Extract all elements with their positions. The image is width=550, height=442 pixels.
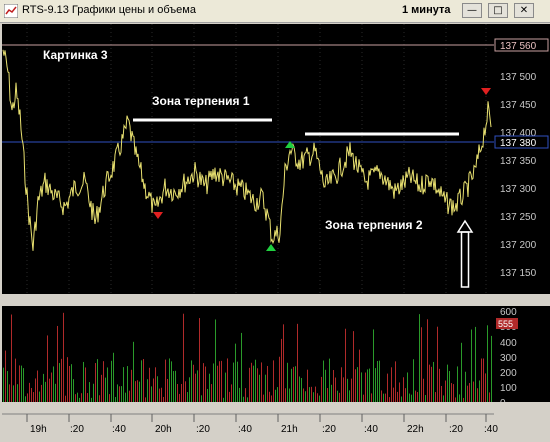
time-tick: 19h <box>30 424 47 435</box>
panel-splitter[interactable] <box>0 294 550 306</box>
close-button[interactable]: ✕ <box>514 3 534 18</box>
chart-window: RTS-9.13 Графики цены и объема 1 минута … <box>0 0 550 442</box>
price-tick: 137 150 <box>500 268 537 279</box>
time-tick: :20 <box>196 424 210 435</box>
interval-label: 1 минута <box>402 4 451 16</box>
volume-tick: 100 <box>500 383 517 394</box>
zone1-label: Зона терпения 1 <box>152 94 250 108</box>
price-tick: 137 350 <box>500 156 537 167</box>
chart-app-icon <box>4 4 18 18</box>
current-volume-value: 555 <box>498 319 513 329</box>
volume-tick: 200 <box>500 368 517 379</box>
time-tick: :20 <box>449 424 463 435</box>
volume-panel[interactable] <box>2 306 494 402</box>
zone2-label: Зона терпения 2 <box>325 218 423 232</box>
time-tick: :20 <box>70 424 84 435</box>
time-tick: 21h <box>281 424 298 435</box>
chart-area[interactable]: Картинка 3 Зона терпения 1 Зона терпения… <box>0 22 550 442</box>
restore-button[interactable]: □ <box>488 3 508 18</box>
upper-level-value: 137 560 <box>500 41 537 52</box>
price-tick: 137 300 <box>500 184 537 195</box>
minimize-button[interactable]: — <box>462 3 482 18</box>
time-tick: :40 <box>364 424 378 435</box>
volume-tick: 400 <box>500 338 517 349</box>
window-title: RTS-9.13 Графики цены и объема <box>22 4 196 16</box>
title-bar[interactable]: RTS-9.13 Графики цены и объема 1 минута … <box>0 0 550 23</box>
price-tick: 137 500 <box>500 72 537 83</box>
picture-label: Картинка 3 <box>43 48 108 62</box>
price-tick: 137 200 <box>500 240 537 251</box>
price-tick: 137 250 <box>500 212 537 223</box>
current-level-value: 137 380 <box>500 138 537 149</box>
volume-tick: 600 <box>500 307 517 318</box>
time-tick: :20 <box>322 424 336 435</box>
time-tick: :40 <box>484 424 498 435</box>
time-tick: 20h <box>155 424 172 435</box>
time-axis-panel <box>0 402 550 442</box>
time-tick: 22h <box>407 424 424 435</box>
price-panel[interactable] <box>2 24 494 294</box>
time-tick: :40 <box>238 424 252 435</box>
volume-tick: 300 <box>500 353 517 364</box>
time-tick: :40 <box>112 424 126 435</box>
price-tick: 137 450 <box>500 100 537 111</box>
